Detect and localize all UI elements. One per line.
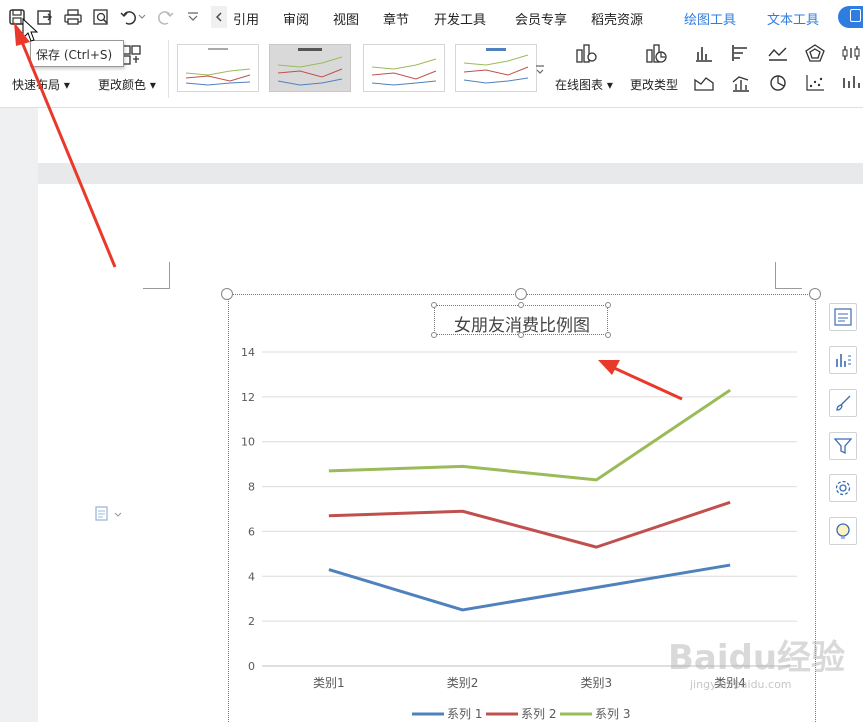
baidu-watermark: Baidu经验	[668, 638, 846, 678]
red-arrow-to-title	[598, 360, 683, 401]
baidu-watermark-url: jingyan.baidu.com	[690, 678, 792, 691]
red-arrow-to-save	[14, 22, 117, 268]
annotation-arrows	[14, 22, 683, 401]
